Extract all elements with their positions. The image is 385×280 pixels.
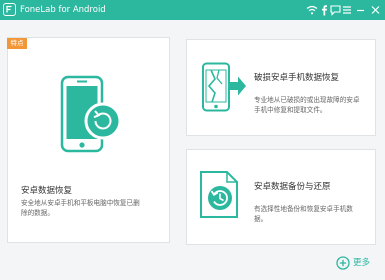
- card-description: 安全地从安卓手机和平板电脑中恢复已删 除的数据。: [21, 199, 140, 217]
- menu-icon[interactable]: [342, 4, 352, 16]
- phone-recovery-icon: [60, 75, 122, 153]
- card-description: 专业地从已破损的或出现故障的安卓 手机中修复和提取文件。: [254, 96, 360, 114]
- backup-restore-icon: [200, 171, 238, 218]
- chat-icon[interactable]: [330, 4, 341, 16]
- plus-circle-icon: [336, 256, 350, 270]
- broken-phone-icon: [202, 62, 246, 112]
- app-logo-icon: [3, 3, 16, 16]
- card-title: 安卓数据备份与还原: [254, 182, 331, 192]
- minimize-icon[interactable]: [356, 4, 365, 16]
- app-title: FoneLab for Android: [20, 5, 106, 15]
- more-label: 更多: [353, 258, 371, 268]
- title-bar: FoneLab for Android: [0, 0, 385, 20]
- card-description: 有选择性地备份和恢复安卓手机数 据。: [254, 205, 353, 223]
- broken-phone-recovery-card[interactable]: 破损安卓手机数据恢复 专业地从已破损的或出现故障的安卓 手机中修复和提取文件。: [186, 39, 376, 136]
- close-icon[interactable]: [371, 4, 380, 16]
- wifi-icon[interactable]: [306, 4, 318, 16]
- backup-restore-card[interactable]: 安卓数据备份与还原 有选择性地备份和恢复安卓手机数 据。: [186, 149, 376, 245]
- card-title: 破损安卓手机数据恢复: [254, 73, 340, 83]
- feature-badge: 特点: [7, 38, 27, 49]
- facebook-icon[interactable]: [320, 4, 328, 16]
- card-title: 安卓数据恢复: [21, 186, 73, 196]
- android-data-recovery-card[interactable]: 安卓数据恢复 安全地从安卓手机和平板电脑中恢复已删 除的数据。: [7, 37, 170, 243]
